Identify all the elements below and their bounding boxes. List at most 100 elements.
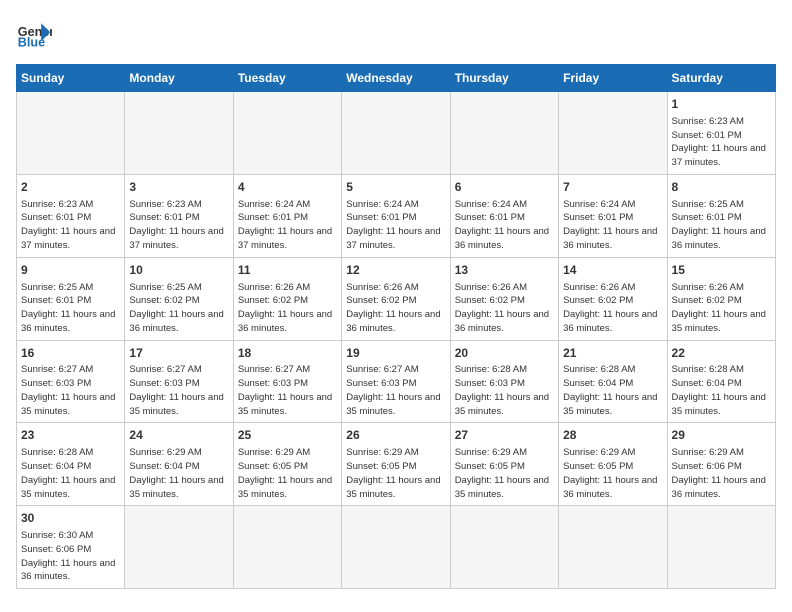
calendar-cell: 25 Sunrise: 6:29 AM Sunset: 6:05 PM Dayli… <box>233 423 341 506</box>
day-number: 17 <box>129 345 228 362</box>
day-number: 27 <box>455 427 554 444</box>
weekday-header-tuesday: Tuesday <box>233 65 341 92</box>
day-number: 13 <box>455 262 554 279</box>
week-row-4: 16 Sunrise: 6:27 AM Sunset: 6:03 PM Dayli… <box>17 340 776 423</box>
day-number: 24 <box>129 427 228 444</box>
week-row-1: 1Sunrise: 6:23 AM Sunset: 6:01 PM Daylig… <box>17 92 776 175</box>
calendar-cell <box>17 92 125 175</box>
calendar-cell: 21Sunrise: 6:28 AM Sunset: 6:04 PM Dayli… <box>559 340 667 423</box>
calendar-cell: 16Sunrise: 6:27 AM Sunset: 6:03 PM Dayli… <box>17 340 125 423</box>
day-number: 7 <box>563 179 662 196</box>
day-info: Sunrise: 6:23 AM Sunset: 6:01 PM Dayligh… <box>672 115 771 170</box>
day-info: Sunrise: 6:30 AM Sunset: 6:06 PM Dayligh… <box>21 529 120 584</box>
calendar-cell: 15 Sunrise: 6:26 AM Sunset: 6:02 PM Dayli… <box>667 257 775 340</box>
day-info: Sunrise: 6:24 AM Sunset: 6:01 PM Dayligh… <box>346 198 445 253</box>
calendar-cell: 13 Sunrise: 6:26 AM Sunset: 6:02 PM Dayli… <box>450 257 558 340</box>
day-number: 11 <box>238 262 337 279</box>
calendar-cell: 28Sunrise: 6:29 AM Sunset: 6:05 PM Dayli… <box>559 423 667 506</box>
day-info: Sunrise: 6:29 AM Sunset: 6:04 PM Dayligh… <box>129 446 228 501</box>
day-number: 18 <box>238 345 337 362</box>
calendar-cell <box>125 506 233 589</box>
calendar-cell: 29 Sunrise: 6:29 AM Sunset: 6:06 PM Dayli… <box>667 423 775 506</box>
day-info: Sunrise: 6:28 AM Sunset: 6:04 PM Dayligh… <box>21 446 120 501</box>
calendar-cell: 2 Sunrise: 6:23 AM Sunset: 6:01 PM Daylig… <box>17 174 125 257</box>
calendar-cell: 1Sunrise: 6:23 AM Sunset: 6:01 PM Daylig… <box>667 92 775 175</box>
calendar-cell <box>125 92 233 175</box>
day-info: Sunrise: 6:29 AM Sunset: 6:06 PM Dayligh… <box>672 446 771 501</box>
calendar-cell: 14 Sunrise: 6:26 AM Sunset: 6:02 PM Dayli… <box>559 257 667 340</box>
calendar-cell <box>233 92 341 175</box>
day-number: 30 <box>21 510 120 527</box>
calendar-cell: 5 Sunrise: 6:24 AM Sunset: 6:01 PM Daylig… <box>342 174 450 257</box>
day-info: Sunrise: 6:29 AM Sunset: 6:05 PM Dayligh… <box>455 446 554 501</box>
calendar-cell: 18Sunrise: 6:27 AM Sunset: 6:03 PM Dayli… <box>233 340 341 423</box>
day-info: Sunrise: 6:23 AM Sunset: 6:01 PM Dayligh… <box>21 198 120 253</box>
day-number: 4 <box>238 179 337 196</box>
week-row-2: 2 Sunrise: 6:23 AM Sunset: 6:01 PM Daylig… <box>17 174 776 257</box>
day-number: 8 <box>672 179 771 196</box>
day-number: 23 <box>21 427 120 444</box>
weekday-header-wednesday: Wednesday <box>342 65 450 92</box>
day-number: 19 <box>346 345 445 362</box>
calendar-cell: 4Sunrise: 6:24 AM Sunset: 6:01 PM Daylig… <box>233 174 341 257</box>
day-number: 15 <box>672 262 771 279</box>
week-row-3: 9Sunrise: 6:25 AM Sunset: 6:01 PM Daylig… <box>17 257 776 340</box>
calendar-cell: 26 Sunrise: 6:29 AM Sunset: 6:05 PM Dayli… <box>342 423 450 506</box>
weekday-header-saturday: Saturday <box>667 65 775 92</box>
day-number: 28 <box>563 427 662 444</box>
calendar-cell <box>450 92 558 175</box>
day-info: Sunrise: 6:27 AM Sunset: 6:03 PM Dayligh… <box>346 363 445 418</box>
calendar-cell: 20Sunrise: 6:28 AM Sunset: 6:03 PM Dayli… <box>450 340 558 423</box>
day-number: 29 <box>672 427 771 444</box>
day-info: Sunrise: 6:28 AM Sunset: 6:03 PM Dayligh… <box>455 363 554 418</box>
day-number: 22 <box>672 345 771 362</box>
calendar-cell: 8 Sunrise: 6:25 AM Sunset: 6:01 PM Daylig… <box>667 174 775 257</box>
day-info: Sunrise: 6:28 AM Sunset: 6:04 PM Dayligh… <box>563 363 662 418</box>
calendar-cell: 19Sunrise: 6:27 AM Sunset: 6:03 PM Dayli… <box>342 340 450 423</box>
day-info: Sunrise: 6:28 AM Sunset: 6:04 PM Dayligh… <box>672 363 771 418</box>
calendar-cell: 7Sunrise: 6:24 AM Sunset: 6:01 PM Daylig… <box>559 174 667 257</box>
calendar-cell: 10Sunrise: 6:25 AM Sunset: 6:02 PM Dayli… <box>125 257 233 340</box>
day-number: 25 <box>238 427 337 444</box>
day-number: 16 <box>21 345 120 362</box>
day-info: Sunrise: 6:29 AM Sunset: 6:05 PM Dayligh… <box>346 446 445 501</box>
calendar-cell: 9Sunrise: 6:25 AM Sunset: 6:01 PM Daylig… <box>17 257 125 340</box>
page-header: General Blue <box>16 16 776 52</box>
calendar-cell: 3Sunrise: 6:23 AM Sunset: 6:01 PM Daylig… <box>125 174 233 257</box>
svg-text:Blue: Blue <box>18 36 45 50</box>
weekday-header-thursday: Thursday <box>450 65 558 92</box>
day-info: Sunrise: 6:26 AM Sunset: 6:02 PM Dayligh… <box>346 281 445 336</box>
weekday-header-monday: Monday <box>125 65 233 92</box>
day-info: Sunrise: 6:24 AM Sunset: 6:01 PM Dayligh… <box>455 198 554 253</box>
week-row-5: 23 Sunrise: 6:28 AM Sunset: 6:04 PM Dayli… <box>17 423 776 506</box>
calendar-header-row: SundayMondayTuesdayWednesdayThursdayFrid… <box>17 65 776 92</box>
day-info: Sunrise: 6:26 AM Sunset: 6:02 PM Dayligh… <box>563 281 662 336</box>
day-info: Sunrise: 6:25 AM Sunset: 6:01 PM Dayligh… <box>21 281 120 336</box>
day-number: 14 <box>563 262 662 279</box>
day-number: 2 <box>21 179 120 196</box>
day-info: Sunrise: 6:26 AM Sunset: 6:02 PM Dayligh… <box>455 281 554 336</box>
logo: General Blue <box>16 16 52 52</box>
calendar-cell <box>559 506 667 589</box>
calendar-cell <box>559 92 667 175</box>
logo-icon: General Blue <box>16 16 52 52</box>
day-number: 20 <box>455 345 554 362</box>
calendar-cell: 11Sunrise: 6:26 AM Sunset: 6:02 PM Dayli… <box>233 257 341 340</box>
calendar-cell <box>342 92 450 175</box>
day-info: Sunrise: 6:29 AM Sunset: 6:05 PM Dayligh… <box>238 446 337 501</box>
calendar-cell <box>233 506 341 589</box>
day-number: 12 <box>346 262 445 279</box>
day-info: Sunrise: 6:27 AM Sunset: 6:03 PM Dayligh… <box>129 363 228 418</box>
weekday-header-friday: Friday <box>559 65 667 92</box>
calendar-cell: 27 Sunrise: 6:29 AM Sunset: 6:05 PM Dayli… <box>450 423 558 506</box>
day-number: 3 <box>129 179 228 196</box>
day-number: 5 <box>346 179 445 196</box>
day-info: Sunrise: 6:25 AM Sunset: 6:02 PM Dayligh… <box>129 281 228 336</box>
calendar-table: SundayMondayTuesdayWednesdayThursdayFrid… <box>16 64 776 589</box>
calendar-cell <box>450 506 558 589</box>
day-info: Sunrise: 6:26 AM Sunset: 6:02 PM Dayligh… <box>672 281 771 336</box>
day-number: 26 <box>346 427 445 444</box>
day-info: Sunrise: 6:25 AM Sunset: 6:01 PM Dayligh… <box>672 198 771 253</box>
calendar-cell: 23 Sunrise: 6:28 AM Sunset: 6:04 PM Dayli… <box>17 423 125 506</box>
calendar-cell <box>342 506 450 589</box>
